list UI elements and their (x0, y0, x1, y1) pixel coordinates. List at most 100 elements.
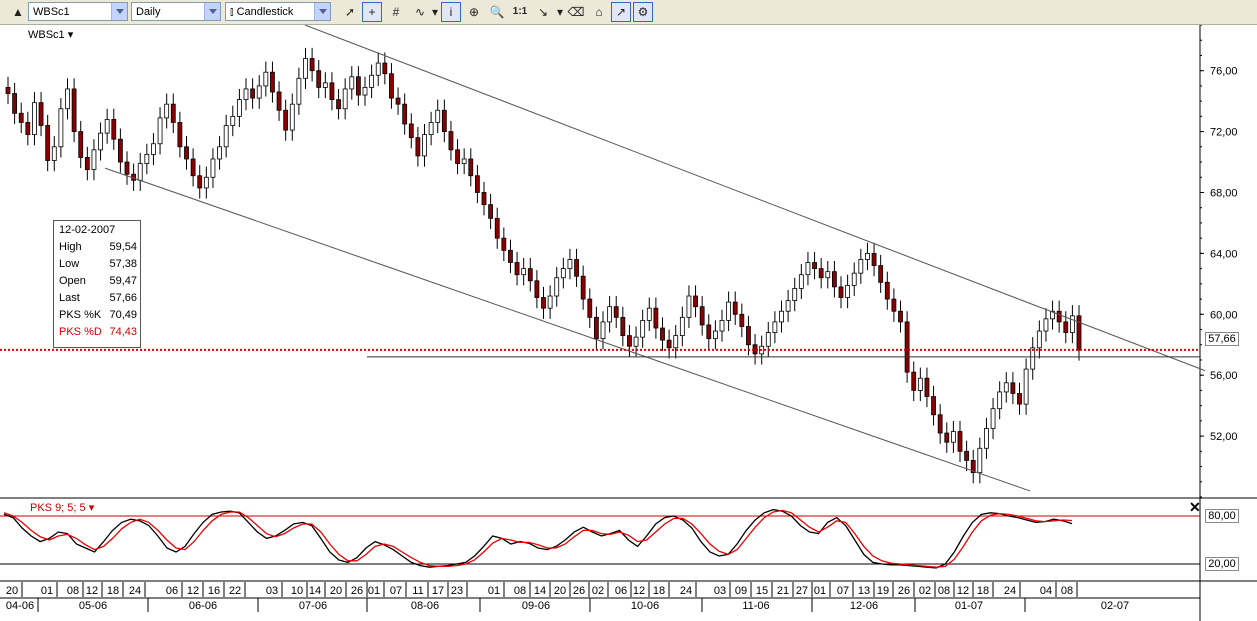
candle-body (355, 76, 361, 96)
candle-body (825, 271, 831, 279)
info-key: Open (59, 275, 86, 287)
candle-body (18, 112, 24, 123)
candle-body (104, 119, 110, 134)
candle-body (488, 204, 494, 219)
info-row: High 59,54 (59, 241, 137, 257)
candle-body (1023, 368, 1029, 405)
candle-body (349, 76, 355, 90)
info-key: PKS %D (59, 326, 102, 338)
zoom-button[interactable]: 🔍 (487, 2, 507, 22)
month-label: 06-06 (189, 600, 217, 612)
candle-body (316, 70, 322, 88)
candle-body (660, 327, 665, 341)
day-label: 15 (756, 585, 768, 597)
candle-body (779, 310, 784, 323)
candle-body (514, 262, 520, 276)
candle-body (250, 88, 256, 99)
chevron-down-icon[interactable] (111, 3, 127, 20)
candle-body (309, 58, 315, 72)
chevron-down-icon[interactable] (314, 3, 330, 20)
trendline-button[interactable]: ↘ (533, 2, 553, 22)
candle-body (818, 268, 824, 279)
candle-body (455, 149, 460, 164)
candle-body (686, 295, 692, 318)
candle-body (51, 146, 57, 161)
candle-body (699, 306, 705, 326)
candle-body (415, 137, 421, 157)
day-label: 01 (368, 585, 380, 597)
candle-body (494, 217, 500, 239)
candle-body (706, 324, 712, 340)
day-label: 01 (41, 585, 53, 597)
candle-body (435, 109, 441, 123)
interval-combo[interactable]: Daily (131, 2, 221, 21)
candle-body (461, 158, 467, 164)
candle-body (554, 277, 560, 297)
trendline-menu-button[interactable]: ▾ (555, 2, 565, 22)
oscillator-label[interactable]: PKS 9; 5; 5 ▾ (30, 501, 94, 514)
candle-body (296, 77, 302, 105)
day-label: 03 (266, 585, 278, 597)
candle-body (997, 391, 1003, 410)
candle-body (124, 161, 130, 175)
candle-body (448, 131, 454, 151)
candle-body (792, 288, 798, 301)
info-value: 57,38 (109, 258, 137, 270)
info-box: 12-02-2007 High 59,54 Low 57,38 Open 59,47 Las… (53, 220, 141, 348)
interval-value: Daily (136, 6, 161, 18)
candle-body (25, 122, 31, 136)
info-key: PKS %K (59, 309, 102, 321)
day-label: 13 (858, 585, 870, 597)
info-button[interactable]: i (441, 2, 461, 22)
candle-body (481, 192, 487, 206)
candle-body (190, 158, 196, 177)
zoom-area-button[interactable]: ⊕ (464, 2, 484, 22)
window-toggle-icon[interactable]: ▲ (8, 2, 28, 22)
eraser-button[interactable]: ⌫ (566, 2, 586, 22)
indicator-button[interactable]: ∿ (410, 2, 430, 22)
candle-body (322, 82, 328, 88)
candle-body (329, 82, 335, 101)
arrow-tool-button[interactable]: ↗ (611, 2, 631, 22)
candle-body (276, 91, 282, 111)
crosshair-button[interactable]: + (362, 2, 382, 22)
candle-body (527, 268, 533, 282)
candle-body (666, 339, 672, 349)
chart-type-combo[interactable]: ⫾ Candlestick (225, 2, 331, 21)
day-label: 06 (166, 585, 178, 597)
day-label: 08 (938, 585, 950, 597)
month-label: 08-06 (411, 600, 439, 612)
info-key: Last (59, 292, 80, 304)
y-tick-label: 52,00 (1210, 431, 1238, 443)
price-chart[interactable]: 52,00 56,00 60,00 64,00 68,00 72,00 76,00 20 01 0… (0, 25, 1257, 621)
settings-button[interactable]: ⚙ (633, 2, 653, 22)
month-label: 02-07 (1101, 600, 1129, 612)
upper-trendline (304, 25, 1206, 372)
pointer-tool-button[interactable]: ➚ (340, 2, 360, 22)
day-label: 01 (488, 585, 500, 597)
candle-body (98, 132, 103, 151)
indicator-menu-button[interactable]: ▾ (430, 2, 440, 22)
candle-body (1076, 315, 1082, 351)
chart-area[interactable]: 52,00 56,00 60,00 64,00 68,00 72,00 76,00 20 01 0… (0, 25, 1257, 621)
day-label: 22 (229, 585, 241, 597)
candle-body (342, 88, 348, 110)
lock-button[interactable]: ⌂ (589, 2, 609, 22)
symbol-label[interactable]: WBSc1 ▾ (28, 28, 73, 41)
candle-body (785, 300, 791, 312)
day-label: 07 (837, 585, 849, 597)
candle-body (521, 268, 527, 276)
chart-type-label: Candlestick (236, 6, 294, 18)
y-tick-label: 72,00 (1210, 127, 1238, 139)
candle-body (336, 99, 341, 110)
y-tick-label: 68,00 (1210, 187, 1238, 199)
candle-body (1056, 310, 1062, 323)
grid-toggle-button[interactable]: # (386, 2, 406, 22)
candle-body (977, 447, 983, 474)
close-icon[interactable]: ✕ (1189, 499, 1201, 516)
candle-body (957, 431, 963, 452)
day-label: 09 (735, 585, 747, 597)
chevron-down-icon[interactable] (204, 3, 220, 20)
zoom-reset-button[interactable]: 1:1 (510, 2, 530, 22)
symbol-combo[interactable]: WBSc1 (28, 2, 128, 21)
